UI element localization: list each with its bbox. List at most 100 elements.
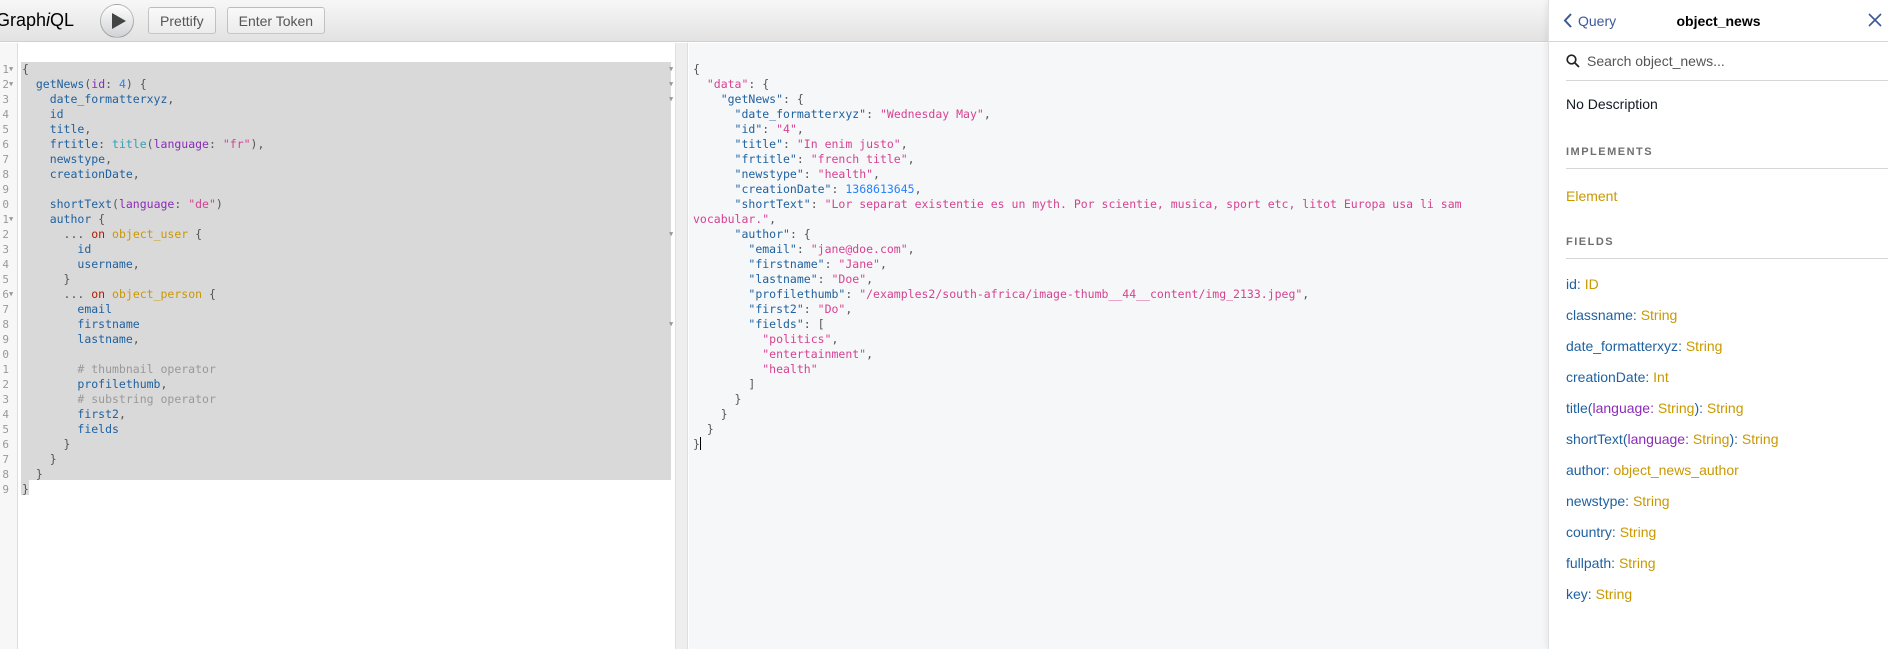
field-type[interactable]: String (1619, 555, 1656, 571)
field-item-date_formatterxyz[interactable]: date_formatterxyz: String (1566, 331, 1888, 362)
field-name[interactable]: newstype (1566, 493, 1625, 509)
field-name[interactable]: creationDate (1566, 369, 1645, 385)
result-code[interactable]: ▼{▼ "data": {▼ "getNews": { "date_format… (669, 62, 1548, 452)
code-token: "jane@doe.com" (810, 242, 908, 256)
field-name[interactable]: title (1566, 400, 1588, 416)
field-type[interactable]: String (1707, 400, 1744, 416)
field-type[interactable]: String (1633, 493, 1670, 509)
field-item-classname[interactable]: classname: String (1566, 300, 1888, 331)
field-name[interactable]: date_formatterxyz (1566, 338, 1678, 354)
result-line: "title": "In enim justo", (689, 137, 1548, 152)
field-item-key[interactable]: key: String (1566, 579, 1888, 610)
line-text: } (693, 392, 742, 407)
query-code[interactable]: 1 ▼{2 ▼ getNews(id: 4) {3 date_formatterxy… (0, 62, 675, 497)
field-item-id[interactable]: id: ID (1566, 269, 1888, 300)
field-item-fullpath[interactable]: fullpath: String (1566, 548, 1888, 579)
field-name[interactable]: shortText (1566, 431, 1623, 447)
editor-line: 8 } (0, 467, 675, 482)
arg-name[interactable]: language (1592, 400, 1650, 416)
field-item-creationDate[interactable]: creationDate: Int (1566, 362, 1888, 393)
line-text: "politics", (693, 332, 838, 347)
code-token: "lastname" (748, 272, 818, 286)
field-item-newstype[interactable]: newstype: String (1566, 486, 1888, 517)
fold-toggle-icon[interactable]: ▼ (9, 287, 13, 302)
line-text: "email": "jane@doe.com", (693, 242, 914, 257)
arg-name[interactable]: language (1627, 431, 1685, 447)
docs-search-input[interactable] (1587, 53, 1867, 69)
arg-type[interactable]: String (1693, 431, 1730, 447)
field-type[interactable]: String (1596, 586, 1633, 602)
fold-toggle-icon[interactable]: ▼ (669, 77, 673, 92)
punctuation: : (1678, 338, 1686, 354)
field-item-author[interactable]: author: object_news_author (1566, 455, 1888, 486)
prettify-button[interactable]: Prettify (148, 7, 216, 34)
field-type[interactable]: ID (1585, 276, 1599, 292)
query-editor[interactable]: 1 ▼{2 ▼ getNews(id: 4) {3 date_formatterxy… (0, 43, 676, 649)
field-item-shortText[interactable]: shortText(language: String): String (1566, 424, 1888, 455)
field-item-country[interactable]: country: String (1566, 517, 1888, 548)
code-token: title (112, 137, 147, 151)
field-name[interactable]: classname (1566, 307, 1633, 323)
pane-resize-handle[interactable] (676, 43, 688, 649)
code-token: "Do" (817, 302, 846, 316)
fold-toggle-icon[interactable]: ▼ (9, 212, 13, 227)
fold-toggle-icon[interactable]: ▼ (9, 77, 13, 92)
field-name[interactable]: fullpath (1566, 555, 1611, 571)
line-text: ... on object_person { (22, 287, 216, 302)
field-type[interactable]: String (1641, 307, 1678, 323)
chevron-left-icon (1563, 13, 1572, 28)
code-token: } (35, 467, 43, 481)
line-text: "first2": "Do", (693, 302, 852, 317)
field-name[interactable]: country (1566, 524, 1612, 540)
code-token: , (132, 332, 140, 346)
fold-toggle-icon[interactable]: ▼ (669, 92, 673, 107)
line-text: vocabular.", (693, 212, 776, 227)
code-token: "4" (776, 122, 797, 136)
code-token: frtitle (49, 137, 99, 151)
arg-type[interactable]: String (1658, 400, 1695, 416)
field-type[interactable]: String (1620, 524, 1657, 540)
fold-toggle-icon[interactable]: ▼ (669, 227, 673, 242)
line-number: 8 (2, 468, 9, 481)
fold-toggle-icon[interactable]: ▼ (669, 317, 673, 332)
field-item-title[interactable]: title(language: String): String (1566, 393, 1888, 424)
field-name[interactable]: key (1566, 586, 1588, 602)
editor-line: 7 newstype, (0, 152, 675, 167)
code-token: on (91, 287, 106, 301)
result-viewer[interactable]: ▼{▼ "data": {▼ "getNews": { "date_format… (669, 43, 1548, 649)
code-token: { (188, 227, 203, 241)
field-type[interactable]: Int (1653, 369, 1669, 385)
enter-token-button[interactable]: Enter Token (226, 7, 326, 34)
code-token: ), (250, 137, 265, 151)
field-type[interactable]: object_news_author (1613, 462, 1738, 478)
field-type[interactable]: String (1686, 338, 1723, 354)
line-text: firstname (22, 317, 139, 332)
code-token: : (831, 182, 846, 196)
fold-toggle-icon[interactable]: ▼ (9, 62, 13, 77)
code-token: , (831, 332, 839, 346)
field-name[interactable]: id (1566, 276, 1577, 292)
result-line: ▼{ (669, 62, 1548, 77)
fold-toggle-icon[interactable]: ▼ (669, 62, 673, 77)
field-type[interactable]: String (1742, 431, 1779, 447)
code-token: } (63, 272, 71, 286)
implements-link-element[interactable]: Element (1566, 188, 1617, 204)
code-token: "health" (762, 362, 818, 376)
result-line: } (689, 407, 1548, 422)
line-text: creationDate, (22, 167, 140, 182)
docs-back-button[interactable]: Query (1563, 13, 1616, 29)
execute-query-button[interactable] (100, 3, 135, 38)
line-text: } (22, 467, 43, 482)
field-name[interactable]: author (1566, 462, 1606, 478)
code-token: , (796, 122, 804, 136)
docs-close-button[interactable] (1868, 13, 1882, 32)
